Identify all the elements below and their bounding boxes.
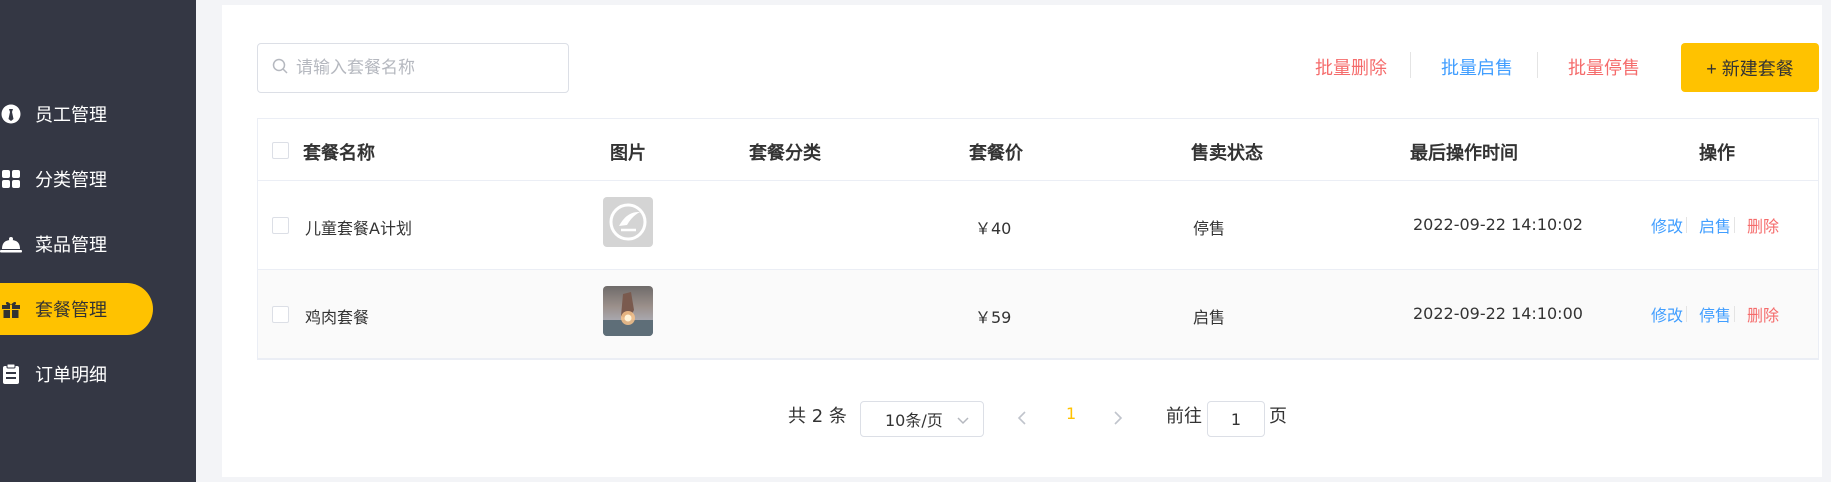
batch-delete-link[interactable]: 批量删除: [1315, 54, 1387, 80]
edit-link[interactable]: 修改: [1651, 213, 1683, 237]
table-row: 儿童套餐A计划 ￥40 停售 2022-09-22 14:10:02 修改 启售…: [258, 181, 1818, 270]
sidebar: 员工管理 分类管理 菜品管理 套餐管理 订单明细: [0, 0, 196, 482]
search-icon: [272, 58, 288, 78]
total-count: 共 2 条: [788, 406, 847, 427]
edit-link[interactable]: 修改: [1651, 302, 1683, 326]
prev-page-icon[interactable]: [1017, 410, 1027, 430]
setmeal-table: 套餐名称 图片 套餐分类 套餐价 售卖状态 最后操作时间 操作 儿童套餐A计划 …: [257, 118, 1819, 360]
table-row: 鸡肉套餐 ￥59 启售 2022-09-22 14:10:00 修改 停售 删除: [258, 270, 1818, 359]
divider: [1686, 306, 1687, 322]
goto-suffix: 页: [1269, 406, 1287, 427]
delete-link[interactable]: 删除: [1747, 302, 1779, 326]
dish-icon: [0, 233, 22, 255]
goto-label: 前往: [1166, 406, 1202, 427]
setmeal-image: [603, 197, 653, 247]
select-all-checkbox[interactable]: [272, 142, 289, 159]
search-input[interactable]: [296, 58, 556, 78]
column-header: 最后操作时间: [1410, 143, 1518, 164]
sidebar-item-label: 订单明细: [35, 365, 107, 386]
sidebar-item-orders[interactable]: 订单明细: [0, 348, 107, 400]
divider: [1686, 217, 1687, 233]
column-header: 图片: [610, 143, 646, 164]
divider: [1734, 306, 1735, 322]
setmeal-name: 鸡肉套餐: [305, 308, 370, 327]
sidebar-item-label: 套餐管理: [35, 300, 107, 321]
divider: [1537, 52, 1538, 78]
sidebar-item-employee[interactable]: 员工管理: [0, 88, 107, 140]
setmeal-name: 儿童套餐A计划: [305, 219, 412, 238]
sidebar-item-setmeal[interactable]: 套餐管理: [0, 283, 153, 335]
last-updated: 2022-09-22 14:10:00: [1413, 304, 1583, 323]
page-number-current[interactable]: 1: [1066, 404, 1076, 423]
column-header: 售卖状态: [1191, 143, 1263, 164]
table-header: 套餐名称 图片 套餐分类 套餐价 售卖状态 最后操作时间 操作: [258, 119, 1818, 181]
divider: [1410, 52, 1411, 78]
sidebar-item-label: 菜品管理: [35, 235, 107, 256]
next-page-icon[interactable]: [1113, 410, 1123, 430]
category-icon: [0, 168, 22, 190]
column-header: 操作: [1699, 143, 1735, 164]
page-size-select[interactable]: 10条/页: [860, 401, 984, 437]
column-header: 套餐名称: [303, 143, 375, 164]
sale-status: 启售: [1193, 308, 1226, 327]
row-checkbox[interactable]: [272, 306, 289, 323]
column-header: 套餐分类: [749, 143, 821, 164]
setmeal-image: [603, 286, 653, 336]
last-updated: 2022-09-22 14:10:02: [1413, 215, 1583, 234]
batch-on-sale-link[interactable]: 批量启售: [1441, 54, 1513, 80]
gift-icon: [0, 298, 22, 320]
sidebar-item-category[interactable]: 分类管理: [0, 153, 107, 205]
page-size-value: 10条/页: [885, 411, 943, 430]
employee-icon: [0, 103, 22, 125]
row-checkbox[interactable]: [272, 217, 289, 234]
divider: [1734, 217, 1735, 233]
setmeal-price: ￥59: [975, 308, 1012, 327]
setmeal-price: ￥40: [975, 219, 1012, 238]
clipboard-icon: [0, 363, 22, 385]
delete-link[interactable]: 删除: [1747, 213, 1779, 237]
toggle-sale-link[interactable]: 停售: [1699, 302, 1731, 326]
sale-status: 停售: [1193, 219, 1226, 238]
sidebar-item-label: 分类管理: [35, 170, 107, 191]
toggle-sale-link[interactable]: 启售: [1699, 213, 1731, 237]
column-header: 套餐价: [969, 143, 1023, 164]
batch-off-sale-link[interactable]: 批量停售: [1568, 54, 1640, 80]
sidebar-item-dish[interactable]: 菜品管理: [0, 218, 107, 270]
search-box[interactable]: [257, 43, 569, 93]
goto-page-input[interactable]: 1: [1207, 401, 1265, 437]
new-setmeal-button[interactable]: + 新建套餐: [1681, 43, 1819, 92]
chevron-down-icon: [957, 410, 969, 429]
sidebar-item-label: 员工管理: [35, 105, 107, 126]
